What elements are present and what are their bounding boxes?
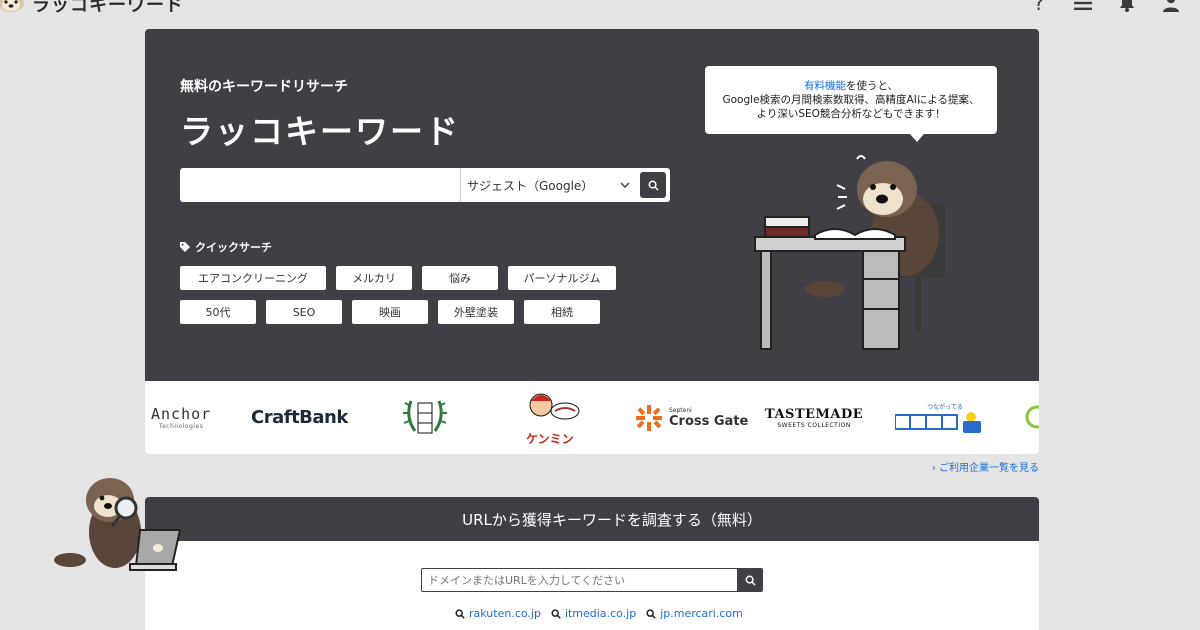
anchor-logo-text: Anchor: [151, 405, 212, 423]
bell-icon[interactable]: [1116, 0, 1138, 14]
menu-icon[interactable]: [1072, 0, 1094, 14]
user-icon[interactable]: [1160, 0, 1182, 14]
logo-anchor-technologies: Anchor Technologies: [151, 381, 211, 454]
chip-row-2: 50代 SEO 映画 外壁塗装 相続: [180, 300, 640, 324]
example-link-itmedia[interactable]: itmedia.co.jp: [551, 607, 636, 620]
logo-gekkeikan: [403, 400, 447, 434]
url-search-input[interactable]: [421, 568, 737, 592]
chip-row-1: エアコンクリーニング メルカリ 悩み パーソナルジム: [180, 266, 640, 290]
premium-speech-bubble: 有料機能を使うと、 Google検索の月間検索数取得、高精度AIによる提案、 よ…: [705, 66, 997, 142]
bubble-line-3: より深いSEO競合分析などもできます！: [756, 108, 946, 120]
bubble-line-1: 有料機能を使うと、: [705, 79, 997, 93]
example-link-mercari[interactable]: jp.mercari.com: [646, 607, 743, 620]
logo-septeni-crossgate: Septeni Cross Gate: [635, 381, 748, 454]
logo-partial-green: [1025, 405, 1039, 429]
keyword-search-input[interactable]: [180, 168, 460, 202]
search-icon: [646, 608, 656, 619]
tastemade-subtext: SWEETS COLLECTION: [777, 421, 851, 429]
chip-nayami[interactable]: 悩み: [422, 266, 498, 290]
url-search-bar: [421, 568, 763, 592]
chip-gaiheki-tosou[interactable]: 外壁塗装: [438, 300, 514, 324]
logo-home5: つながってる: [895, 381, 985, 454]
chevron-down-icon: [620, 182, 630, 188]
url-search-button[interactable]: [737, 568, 763, 592]
anchor-logo-subtext: Technologies: [158, 423, 204, 430]
home5-wordmark-icon: [895, 412, 981, 433]
crossgate-subtext: Septeni: [669, 406, 692, 414]
hero-subtitle: 無料のキーワードリサーチ: [180, 79, 348, 95]
client-logos-strip: Anchor Technologies CraftBank ケンミン Septe…: [145, 381, 1039, 454]
example-link-rakuten[interactable]: rakuten.co.jp: [455, 607, 541, 620]
crossgate-title: Cross Gate: [669, 413, 749, 429]
otter-at-desk-illustration: [754, 155, 945, 350]
help-glyph: ?: [1033, 0, 1045, 15]
hero-title: ラッコキーワード: [180, 112, 460, 151]
premium-features-link[interactable]: 有料機能: [804, 80, 846, 92]
url-example-links: rakuten.co.jp itmedia.co.jp jp.mercari.c…: [455, 607, 743, 620]
bubble-line-2: Google検索の月間検索数取得、高精度AIによる提案、: [722, 94, 980, 106]
kenmin-logo-text: ケンミン: [526, 432, 574, 446]
otter-with-magnifier-illustration: [54, 478, 182, 571]
keyword-search-bar: サジェスト（Google）: [180, 168, 670, 202]
example-link-label: itmedia.co.jp: [564, 607, 637, 620]
tastemade-title: TASTEMADE: [765, 406, 864, 422]
search-icon: [745, 575, 756, 586]
search-icon: [551, 608, 561, 619]
search-mode-value: サジェスト（Google）: [467, 178, 594, 193]
home5-subtext: つながってる: [927, 404, 963, 411]
hero-panel: 無料のキーワードリサーチ ラッコキーワード サジェスト（Google） クイック…: [145, 29, 1039, 381]
example-link-label: rakuten.co.jp: [469, 607, 541, 620]
header-actions: ?: [1028, 0, 1182, 15]
brand-name: ラッコキーワード: [32, 0, 184, 16]
chip-aircon-cleaning[interactable]: エアコンクリーニング: [180, 266, 326, 290]
companies-list-link[interactable]: › ご利用企業一覧を見る: [932, 459, 1039, 474]
url-research-heading: URLから獲得キーワードを調査する（無料）: [145, 497, 1039, 541]
logo-tastemade: TASTEMADE SWEETS COLLECTION: [765, 381, 863, 454]
chip-eiga[interactable]: 映画: [352, 300, 428, 324]
logo-craftbank: CraftBank: [251, 407, 348, 428]
quick-search-heading: クイックサーチ: [180, 239, 272, 255]
search-icon: [648, 180, 659, 191]
search-button[interactable]: [640, 172, 666, 198]
tag-icon: [180, 242, 190, 252]
crossgate-mark-icon: [636, 404, 662, 431]
chip-personal-gym[interactable]: パーソナルジム: [508, 266, 616, 290]
help-icon[interactable]: ?: [1028, 0, 1050, 15]
otter-mascot-icon: [0, 0, 24, 12]
example-link-label: jp.mercari.com: [660, 607, 743, 620]
bubble-line-1-rest: を使うと、: [845, 80, 899, 92]
top-bar: ラッコキーワード ?: [0, 0, 1200, 18]
search-mode-select[interactable]: サジェスト（Google）: [460, 168, 638, 202]
crossgate-text: Septeni Cross Gate: [669, 407, 748, 429]
quick-search-label: クイックサーチ: [195, 241, 272, 254]
brand-logo[interactable]: ラッコキーワード: [0, 0, 184, 18]
chip-mercari[interactable]: メルカリ: [336, 266, 412, 290]
url-research-card: URLから獲得キーワードを調査する（無料） rakuten.co.jp itme…: [145, 497, 1039, 630]
chip-seo[interactable]: SEO: [266, 300, 342, 324]
chip-souzoku[interactable]: 相続: [524, 300, 600, 324]
search-icon: [455, 608, 465, 619]
chip-50dai[interactable]: 50代: [180, 300, 256, 324]
quick-search-chips: エアコンクリーニング メルカリ 悩み パーソナルジム 50代 SEO 映画 外壁…: [180, 266, 640, 334]
